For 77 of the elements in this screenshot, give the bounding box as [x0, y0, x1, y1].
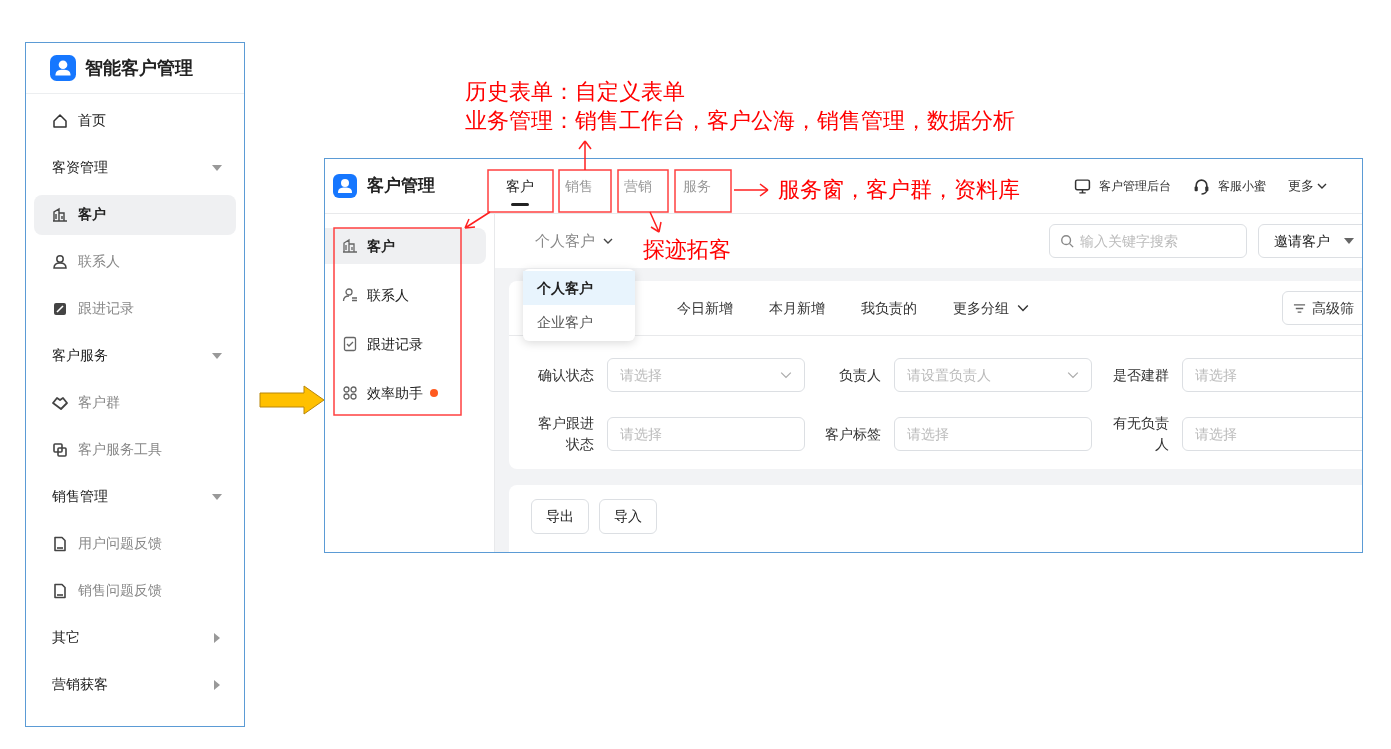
dropdown-item[interactable]: 企业客户	[523, 305, 635, 339]
filter-label: 有无负责人	[1112, 414, 1170, 454]
menu-item[interactable]: 用户问题反馈	[34, 523, 236, 564]
group-tab[interactable]: 我负责的	[861, 297, 917, 319]
caret-down-icon	[1344, 236, 1354, 246]
monitor-icon	[1074, 177, 1091, 195]
highlight-box	[487, 169, 554, 213]
annotation-text: 探迹拓客	[643, 236, 731, 264]
annotation-arrow	[578, 140, 592, 171]
menu-item[interactable]: 联系人	[34, 241, 236, 282]
app-title: 客户管理	[367, 175, 435, 198]
user-icon	[52, 253, 68, 270]
menu-section[interactable]: 客资管理	[26, 144, 244, 191]
annotation-text: 服务窗，客户群，资料库	[778, 176, 1020, 204]
copy-icon	[52, 441, 68, 458]
menu-section[interactable]: 客户服务	[26, 332, 244, 379]
action-button[interactable]: 导入	[599, 499, 657, 534]
filter-icon	[1293, 301, 1306, 315]
menu-section[interactable]: 营销获客	[26, 661, 244, 708]
filter-label: 客户标签	[824, 424, 882, 444]
file-icon	[52, 535, 68, 552]
filter-label: 负责人	[838, 365, 882, 385]
header-link[interactable]: 客户管理后台	[1074, 177, 1171, 195]
menu-item[interactable]: 首页	[34, 100, 236, 141]
checklist-icon	[342, 336, 358, 352]
handshake-icon	[52, 394, 68, 411]
more-groups-dropdown[interactable]: 更多分组	[953, 297, 1029, 319]
grid-icon	[342, 385, 358, 401]
sidebar-item[interactable]: 客户	[325, 228, 486, 264]
menu-item[interactable]: 跟进记录	[34, 288, 236, 329]
highlight-box	[617, 169, 669, 213]
nav-tab[interactable]: 客户	[506, 159, 534, 213]
chevron-down-icon	[1317, 181, 1327, 191]
app-title: 智能客户管理	[85, 56, 193, 80]
sidebar-item[interactable]: 效率助手	[325, 375, 486, 411]
group-tab[interactable]: 今日新增	[677, 297, 733, 319]
menu-item[interactable]: 客户	[34, 194, 236, 235]
chevron-down-icon	[603, 236, 613, 246]
sidebar-item[interactable]: 跟进记录	[325, 326, 486, 362]
user-icon	[342, 287, 358, 303]
file-icon	[52, 582, 68, 599]
building-icon	[342, 238, 358, 254]
menu-item[interactable]: 客户服务工具	[34, 429, 236, 470]
sidebar-item[interactable]: 联系人	[325, 277, 486, 313]
group-tab[interactable]: 本月新增	[769, 297, 825, 319]
logo-icon	[333, 174, 357, 198]
highlight-box	[558, 169, 612, 213]
search-icon	[1060, 234, 1074, 248]
annotation-arrow	[649, 211, 662, 233]
note-icon	[52, 300, 68, 317]
invite-button[interactable]: 邀请客户	[1258, 224, 1362, 258]
annotation-arrow	[733, 183, 769, 197]
dropdown-item[interactable]: 个人客户	[523, 271, 635, 305]
logo-icon	[50, 55, 76, 81]
annotation-arrow	[464, 211, 491, 229]
more-menu[interactable]: 更多	[1288, 176, 1327, 196]
chevron-down-icon	[780, 369, 792, 381]
home-icon	[52, 112, 68, 129]
action-button[interactable]: 导出	[531, 499, 589, 534]
menu-item[interactable]: 销售问题反馈	[34, 570, 236, 611]
headset-icon	[1193, 177, 1210, 195]
filter-label: 是否建群	[1112, 365, 1170, 385]
chevron-down-icon	[1017, 302, 1029, 314]
filter-label: 确认状态	[537, 365, 595, 385]
pointer-arrow-icon	[259, 385, 325, 415]
annotation-text: 历史表单：自定义表单	[465, 78, 685, 106]
menu-section[interactable]: 其它	[26, 614, 244, 661]
customer-type-dropdown[interactable]: 个人客户	[535, 229, 613, 253]
building-icon	[52, 206, 68, 223]
highlight-box	[674, 169, 732, 213]
filter-label: 客户跟进状态	[537, 414, 595, 454]
menu-item[interactable]: 客户群	[34, 382, 236, 423]
annotation-text: 业务管理：销售工作台，客户公海，销售管理，数据分析	[465, 107, 1015, 135]
advanced-filter-button[interactable]: 高级筛	[1282, 291, 1362, 325]
chevron-down-icon	[1067, 369, 1079, 381]
menu-section[interactable]: 销售管理	[26, 473, 244, 520]
header-link[interactable]: 客服小蜜	[1193, 177, 1266, 195]
